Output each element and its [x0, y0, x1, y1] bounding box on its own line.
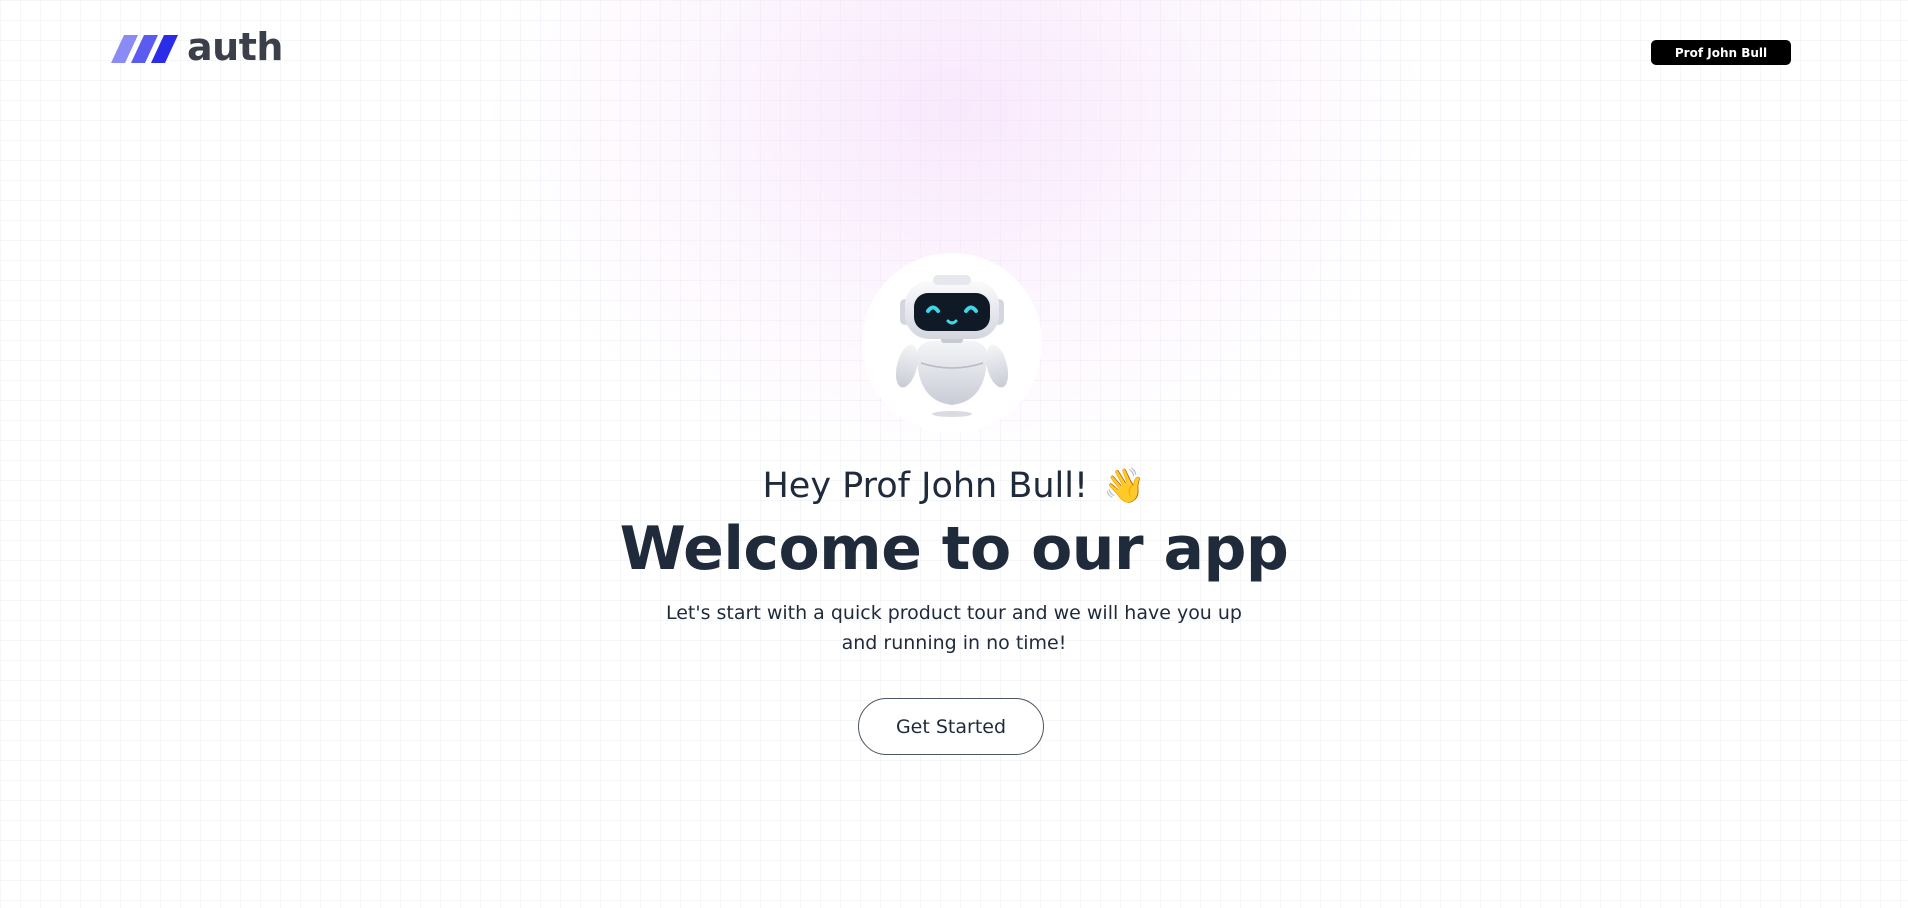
brand-name: auth	[187, 25, 283, 69]
page-title: Welcome to our app	[619, 514, 1289, 584]
robot-avatar	[862, 253, 1042, 433]
get-started-button[interactable]: Get Started	[858, 698, 1044, 755]
intro-description: Let's start with a quick product tour an…	[665, 602, 1242, 654]
robot-icon	[895, 275, 1009, 417]
top-bar: auth Prof John Bull	[0, 0, 1908, 110]
user-menu-button[interactable]: Prof John Bull	[1651, 40, 1791, 65]
logo-stripes-icon	[111, 35, 178, 63]
waving-hand-icon: 👋	[1103, 466, 1146, 506]
brand-logo[interactable]: auth	[111, 25, 283, 69]
greeting-text: Hey Prof John Bull!	[762, 466, 1089, 506]
greeting-heading: Hey Prof John Bull! 👋	[0, 462, 1908, 510]
